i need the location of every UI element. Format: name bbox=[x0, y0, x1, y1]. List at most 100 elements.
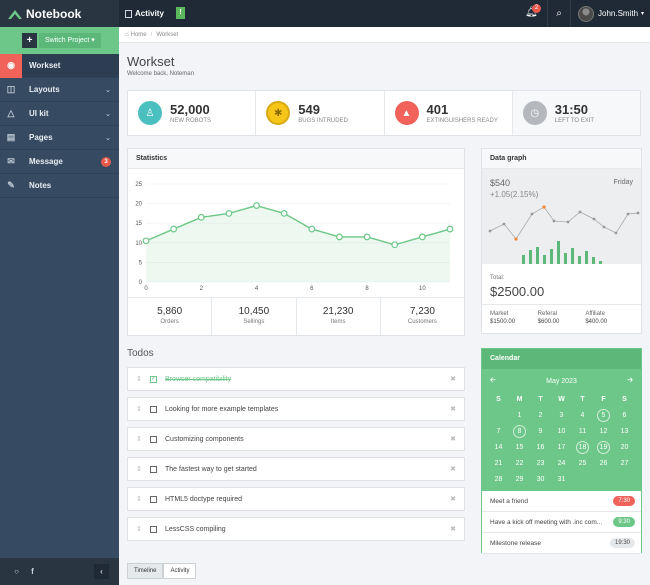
stat-new-robots[interactable]: ♙ 52,000 NEW ROBOTS bbox=[128, 91, 257, 135]
data-point bbox=[280, 210, 288, 217]
brand-logo-icon bbox=[8, 9, 22, 19]
calendar-day[interactable]: 25 bbox=[572, 457, 593, 471]
todo-checkbox[interactable] bbox=[150, 405, 157, 413]
sidebar-item-message[interactable]: ✉ Message 3 bbox=[0, 150, 119, 174]
close-icon[interactable]: ✖ bbox=[450, 375, 456, 383]
y-tick-label: 20 bbox=[135, 202, 142, 208]
sidebar-item-workset[interactable]: ◉ Workset bbox=[0, 53, 119, 78]
user-menu[interactable]: John.Smith ▾ bbox=[578, 0, 644, 27]
todo-item[interactable]: ⇕ ✓ Browser compatibility ✖ bbox=[127, 367, 465, 391]
calendar-day[interactable]: 18 bbox=[572, 441, 593, 455]
calendar-day[interactable]: 3 bbox=[551, 409, 572, 423]
drag-handle-icon[interactable]: ⇕ bbox=[136, 495, 146, 503]
sidebar-item-notes[interactable]: ✎ Notes bbox=[0, 174, 119, 198]
calendar-event[interactable]: Meet a friend 7:30 bbox=[482, 491, 641, 512]
dashboard-icon: ◉ bbox=[0, 53, 22, 78]
calendar-day[interactable]: 24 bbox=[551, 457, 572, 471]
calendar-event[interactable]: Milestone release 19:30 bbox=[482, 533, 641, 554]
calendar-day[interactable]: 17 bbox=[551, 441, 572, 455]
brand[interactable]: Notebook bbox=[0, 0, 119, 27]
switch-project-button[interactable]: Switch Project ▾ bbox=[39, 33, 101, 48]
sidebar-footer: ○ f ‹ bbox=[0, 558, 119, 585]
items-value: 21,230 bbox=[322, 306, 354, 317]
calendar-day[interactable]: 4 bbox=[572, 409, 593, 423]
calendar-day[interactable]: 26 bbox=[593, 457, 614, 471]
calendar-day[interactable]: 5 bbox=[593, 409, 614, 423]
calendar-day[interactable]: 20 bbox=[614, 441, 635, 455]
todo-checkbox[interactable] bbox=[150, 495, 157, 503]
todo-item[interactable]: ⇕ LessCSS compiling ✖ bbox=[127, 517, 465, 541]
drag-handle-icon[interactable]: ⇕ bbox=[136, 525, 146, 533]
drag-handle-icon[interactable]: ⇕ bbox=[136, 375, 146, 383]
todo-item[interactable]: ⇕ Looking for more example templates ✖ bbox=[127, 397, 465, 421]
close-icon[interactable]: ✖ bbox=[450, 465, 456, 473]
data-graph-body: $540 +1.05(2.15%) Friday bbox=[482, 169, 641, 264]
calendar-day[interactable]: 6 bbox=[614, 409, 635, 423]
calendar-day[interactable]: 8 bbox=[509, 425, 530, 439]
todo-checkbox[interactable]: ✓ bbox=[150, 375, 157, 383]
chevron-right-icon[interactable]: 🡢 bbox=[627, 376, 633, 387]
calendar-day[interactable]: 13 bbox=[614, 425, 635, 439]
sidebar-item-ui-kit[interactable]: △ UI kit ⌄ bbox=[0, 102, 119, 126]
referal-label: Referal bbox=[537, 311, 558, 317]
todos-title: Todos bbox=[127, 348, 154, 359]
data-point bbox=[225, 210, 233, 217]
todo-item[interactable]: ⇕ HTML5 doctype required ✖ bbox=[127, 487, 465, 511]
breadcrumb-home[interactable]: Home bbox=[131, 32, 147, 38]
todo-checkbox[interactable] bbox=[150, 435, 157, 443]
calendar-day[interactable]: 28 bbox=[488, 473, 509, 487]
calendar-day[interactable]: 15 bbox=[509, 441, 530, 455]
toggle-icon[interactable]: ! bbox=[176, 7, 185, 19]
calendar-day[interactable]: 31 bbox=[551, 473, 572, 487]
calendar-day[interactable]: 10 bbox=[551, 425, 572, 439]
calendar-day[interactable]: 29 bbox=[509, 473, 530, 487]
drag-handle-icon[interactable]: ⇕ bbox=[136, 465, 146, 473]
calendar-day[interactable]: 11 bbox=[572, 425, 593, 439]
todo-item[interactable]: ⇕ Customizing components ✖ bbox=[127, 427, 465, 451]
calendar-day[interactable]: 27 bbox=[614, 457, 635, 471]
calendar-day[interactable]: 23 bbox=[530, 457, 551, 471]
stat-extinguishers-ready[interactable]: ▲ 401 EXTINGUISHERS READY bbox=[385, 91, 513, 135]
collapse-sidebar-button[interactable]: ‹ bbox=[94, 564, 109, 579]
todo-checkbox[interactable] bbox=[150, 525, 157, 533]
close-icon[interactable]: ✖ bbox=[450, 405, 456, 413]
calendar-day[interactable]: 14 bbox=[488, 441, 509, 455]
tab-timeline[interactable]: Timeline bbox=[127, 563, 164, 579]
calendar-title: Calendar bbox=[482, 349, 641, 369]
search-icon[interactable]: ⌕ bbox=[547, 0, 571, 27]
calendar-day[interactable]: 16 bbox=[530, 441, 551, 455]
sidebar-item-pages[interactable]: ▤ Pages ⌄ bbox=[0, 126, 119, 150]
sidebar-item-layouts[interactable]: ◫ Layouts ⌄ bbox=[0, 78, 119, 102]
stat-left-to-exit[interactable]: ◷ 31:50 LEFT TO EXIT bbox=[512, 91, 640, 135]
close-icon[interactable]: ✖ bbox=[450, 435, 456, 443]
customers-label: Customers bbox=[407, 319, 437, 325]
calendar-day[interactable]: 30 bbox=[530, 473, 551, 487]
todo-item[interactable]: ⇕ The fastest way to get started ✖ bbox=[127, 457, 465, 481]
calendar-day[interactable]: 22 bbox=[509, 457, 530, 471]
facebook-icon[interactable]: f bbox=[25, 564, 40, 579]
calendar-day[interactable]: 1 bbox=[509, 409, 530, 423]
drag-handle-icon[interactable]: ⇕ bbox=[136, 435, 146, 443]
calendar-day[interactable]: 9 bbox=[530, 425, 551, 439]
close-icon[interactable]: ✖ bbox=[450, 525, 456, 533]
calendar-day[interactable]: 21 bbox=[488, 457, 509, 471]
plus-icon[interactable]: + bbox=[22, 33, 37, 48]
comment-icon[interactable]: ○ bbox=[9, 564, 24, 579]
bell-icon[interactable]: 🔔︎ 2 bbox=[525, 4, 541, 19]
stat-orders: 5,860 Orders bbox=[128, 298, 213, 335]
calendar-day[interactable]: 12 bbox=[593, 425, 614, 439]
chevron-left-icon[interactable]: 🡠 bbox=[490, 376, 496, 387]
stat-bugs-intruded[interactable]: ✱ 549 BUGS INTRUDED bbox=[256, 91, 385, 135]
tab-activity[interactable]: Activity bbox=[163, 563, 197, 579]
close-icon[interactable]: ✖ bbox=[450, 495, 456, 503]
activity-menu[interactable]: Activity bbox=[125, 0, 164, 27]
calendar-day bbox=[572, 473, 593, 487]
todo-checkbox[interactable] bbox=[150, 465, 157, 473]
calendar-day[interactable]: 2 bbox=[530, 409, 551, 423]
calendar-day[interactable]: 7 bbox=[488, 425, 509, 439]
x-tick-label: 10 bbox=[419, 286, 426, 292]
breadcrumb-current: Workset bbox=[156, 31, 179, 38]
calendar-day[interactable]: 19 bbox=[593, 441, 614, 455]
calendar-event[interactable]: Have a kick off meeting with .inc com...… bbox=[482, 512, 641, 533]
drag-handle-icon[interactable]: ⇕ bbox=[136, 405, 146, 413]
